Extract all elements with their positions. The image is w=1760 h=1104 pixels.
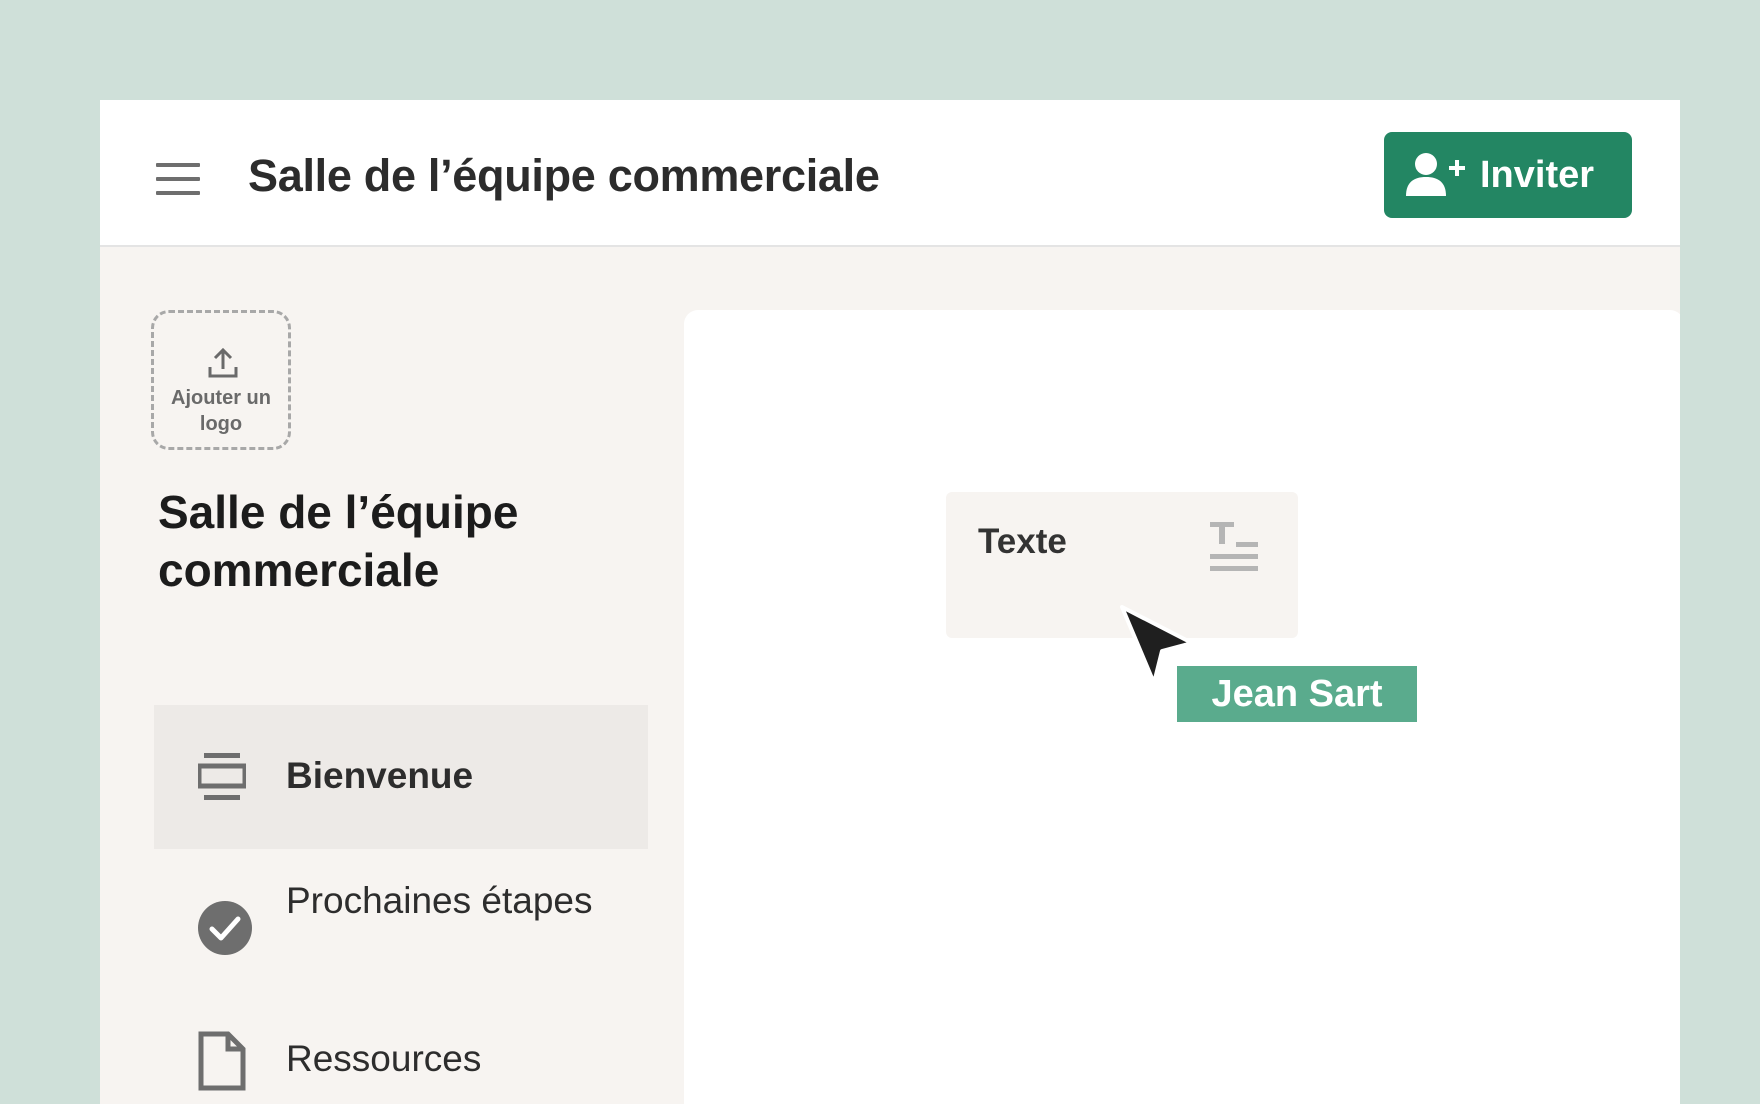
app-window: Salle de l’équipe commerciale Inviter Aj…	[100, 100, 1680, 1104]
welcome-page-icon	[198, 753, 246, 800]
check-circle-icon	[198, 901, 252, 955]
sidebar-item-bienvenue[interactable]: Bienvenue	[154, 705, 648, 849]
sidebar-item-label: Bienvenue	[286, 755, 474, 796]
text-block-label: Texte	[978, 522, 1067, 561]
document-icon	[198, 1031, 246, 1091]
sidebar-title: Salle de l’équipe commerciale	[158, 486, 519, 596]
invite-button-label: Inviter	[1480, 154, 1595, 196]
sidebar-item-label: Ressources	[286, 1038, 482, 1079]
top-bar: Salle de l’équipe commerciale Inviter	[100, 100, 1680, 247]
sidebar-item-label: Prochaines étapes	[286, 880, 593, 921]
invite-button[interactable]: Inviter	[1384, 132, 1632, 218]
sidebar-item-ressources[interactable]: Ressources	[154, 1009, 648, 1104]
add-user-icon	[1406, 153, 1465, 196]
sidebar-item-prochaines-etapes[interactable]: Prochaines étapes	[154, 859, 648, 987]
logo-upload-dropzone[interactable]: Ajouter un logo	[151, 310, 291, 450]
text-format-icon	[1210, 522, 1258, 571]
sidebar: Ajouter un logo Salle de l’équipe commer…	[100, 249, 700, 1104]
hamburger-menu-icon[interactable]	[156, 163, 202, 197]
collaborator-name-tag: Jean Sart	[1177, 666, 1417, 722]
logo-upload-label: Ajouter un logo	[171, 387, 271, 435]
page-title: Salle de l’équipe commerciale	[248, 150, 880, 201]
upload-icon	[208, 347, 238, 378]
